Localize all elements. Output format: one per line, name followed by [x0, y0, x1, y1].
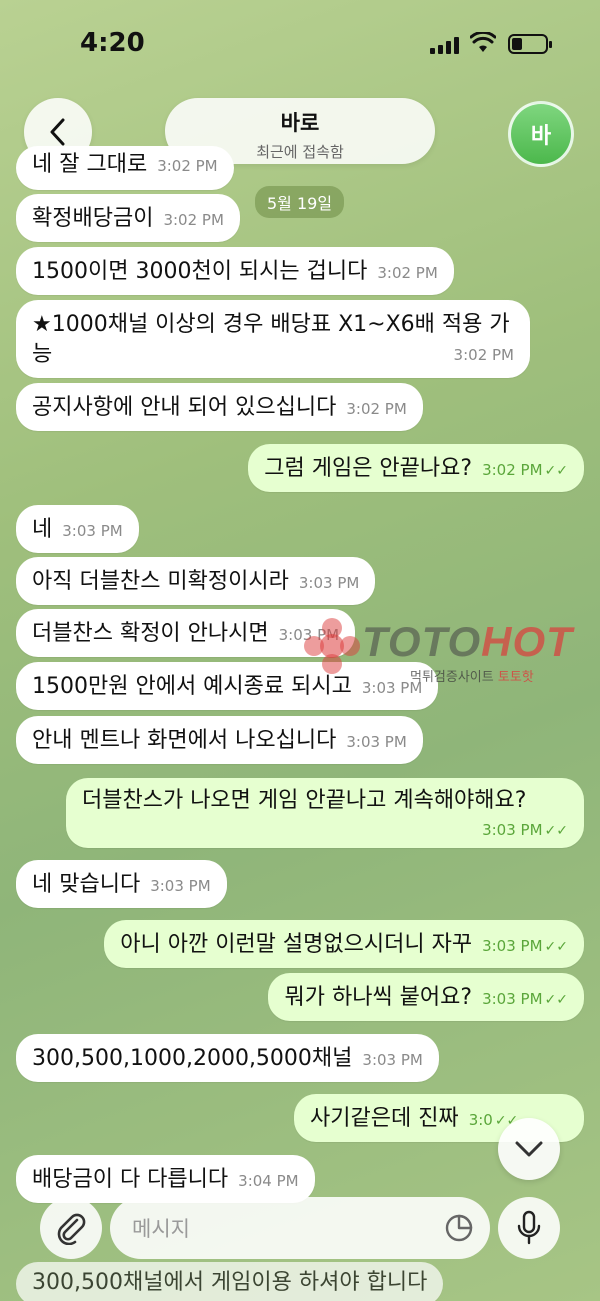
- message-time: 3:02 PM: [346, 400, 407, 418]
- message-text: 안내 멘트나 화면에서 나오십니다: [32, 728, 337, 753]
- message-time: 3:03 PM: [298, 574, 360, 592]
- status-time: 4:20: [80, 28, 145, 58]
- message-incoming[interactable]: 네 잘 그대로 3:02 PM: [16, 146, 234, 190]
- message-time: 3:02 PM: [157, 157, 218, 175]
- message-time: 3:03 PM: [346, 733, 407, 751]
- message-text: 아직 더블찬스 미확정이시라: [32, 569, 289, 594]
- sticker-icon[interactable]: [444, 1213, 474, 1243]
- read-check-icon: ✓✓: [544, 463, 568, 479]
- message-text: ★1000채널 이상의 경우 배당표 X1~X6배 적용 가능: [32, 312, 510, 367]
- message-input-placeholder: 메시지: [132, 1217, 190, 1241]
- message-incoming[interactable]: 공지사항에 안내 되어 있으십니다 3:02 PM: [16, 383, 423, 431]
- read-check-icon: ✓✓: [544, 992, 568, 1008]
- scroll-down-button[interactable]: [498, 1118, 560, 1180]
- message-text: 네: [32, 517, 53, 542]
- message-text: 확정배당금이: [32, 206, 154, 231]
- message-time: 3:02 PM: [377, 264, 438, 282]
- message-incoming[interactable]: 네 3:03 PM: [16, 505, 139, 553]
- attach-button[interactable]: [40, 1197, 102, 1259]
- message-text: 300,500채널에서 게임이용 하셔야 합니다: [32, 1270, 428, 1295]
- message-text: 네 잘 그대로: [32, 152, 148, 177]
- message-text: 네 맞습니다: [32, 872, 141, 897]
- message-time: 3:03 PM: [482, 937, 543, 955]
- signal-icon: [430, 36, 459, 54]
- message-text: 배당금이 다 다릅니다: [32, 1167, 229, 1192]
- microphone-icon: [517, 1210, 541, 1245]
- message-text: 공지사항에 안내 되어 있으십니다: [32, 395, 337, 420]
- message-time: 3:03 PM: [150, 877, 211, 895]
- message-outgoing[interactable]: 더블찬스가 나오면 게임 안끝나고 계속해야해요? 3:03 PM ✓✓: [66, 778, 584, 848]
- message-time: 3:03 PM: [62, 522, 123, 540]
- watermark-brand: TOTOHOT: [362, 618, 573, 665]
- message-outgoing[interactable]: 뭐가 하나씩 붙어요? 3:03 PM ✓✓: [268, 973, 584, 1021]
- watermark-logo-icon: [304, 618, 360, 674]
- watermark: TOTOHOT 먹튀검증사이트 토토핫: [300, 610, 600, 700]
- message-text: 뭐가 하나씩 붙어요?: [284, 985, 473, 1010]
- chat-name: 바로: [280, 111, 320, 135]
- message-incoming[interactable]: 아직 더블찬스 미확정이시라 3:03 PM: [16, 557, 376, 605]
- message-text: 더블찬스가 나오면 게임 안끝나고 계속해야해요?: [82, 788, 527, 813]
- message-incoming[interactable]: 배당금이 다 다릅니다 3:04 PM: [16, 1155, 315, 1203]
- read-check-icon: ✓✓: [544, 939, 568, 955]
- message-incoming[interactable]: 300,500,1000,2000,5000채널 3:03 PM: [16, 1034, 439, 1082]
- paperclip-icon: [57, 1213, 86, 1245]
- microphone-button[interactable]: [498, 1197, 560, 1259]
- read-check-icon: ✓✓: [544, 823, 568, 839]
- message-time: 3:03 PM: [482, 990, 543, 1008]
- message-incoming[interactable]: ★1000채널 이상의 경우 배당표 X1~X6배 적용 가능 3:02 PM: [16, 300, 530, 378]
- message-time: 3:02 PM: [453, 346, 514, 364]
- watermark-subtitle: 먹튀검증사이트 토토핫: [410, 670, 534, 685]
- message-time: 3:03 PM: [482, 821, 543, 839]
- message-incoming[interactable]: 1500이면 3000천이 되시는 겁니다 3:02 PM: [16, 247, 454, 295]
- message-incoming[interactable]: 네 맞습니다 3:03 PM: [16, 860, 227, 908]
- message-outgoing[interactable]: 아니 아깐 이런말 설명없으시더니 자꾸 3:03 PM ✓✓: [104, 920, 584, 968]
- message-outgoing[interactable]: 그럼 게임은 안끝나요? 3:02 PM ✓✓: [248, 444, 584, 492]
- message-incoming[interactable]: 안내 멘트나 화면에서 나오십니다 3:03 PM: [16, 716, 423, 764]
- message-text: 그럼 게임은 안끝나요?: [264, 456, 473, 481]
- message-incoming[interactable]: 확정배당금이 3:02 PM: [16, 194, 240, 242]
- message-text: 아니 아깐 이런말 설명없으시더니 자꾸: [120, 932, 473, 957]
- message-incoming[interactable]: 300,500채널에서 게임이용 하셔야 합니다: [16, 1262, 444, 1301]
- date-chip: 5월 19일: [255, 186, 345, 218]
- message-time: 3:03 PM: [362, 1051, 423, 1069]
- message-time: 3:04 PM: [238, 1172, 299, 1190]
- message-text: 사기같은데 진짜: [310, 1106, 459, 1131]
- chevron-down-icon: [515, 1141, 543, 1157]
- message-text: 더블찬스 확정이 안나시면: [32, 621, 269, 646]
- status-bar: 4:20: [0, 0, 600, 90]
- message-input[interactable]: 메시지: [110, 1197, 490, 1259]
- message-time: 3:02 PM: [163, 211, 224, 229]
- avatar[interactable]: 바: [508, 101, 574, 167]
- chevron-left-icon: [50, 118, 65, 146]
- message-text: 300,500,1000,2000,5000채널: [32, 1046, 353, 1071]
- message-text: 1500이면 3000천이 되시는 겁니다: [32, 259, 368, 284]
- message-time: 3:0: [468, 1111, 493, 1129]
- wifi-icon: [470, 32, 496, 52]
- battery-icon: [508, 34, 552, 54]
- message-time: 3:02 PM: [482, 461, 543, 479]
